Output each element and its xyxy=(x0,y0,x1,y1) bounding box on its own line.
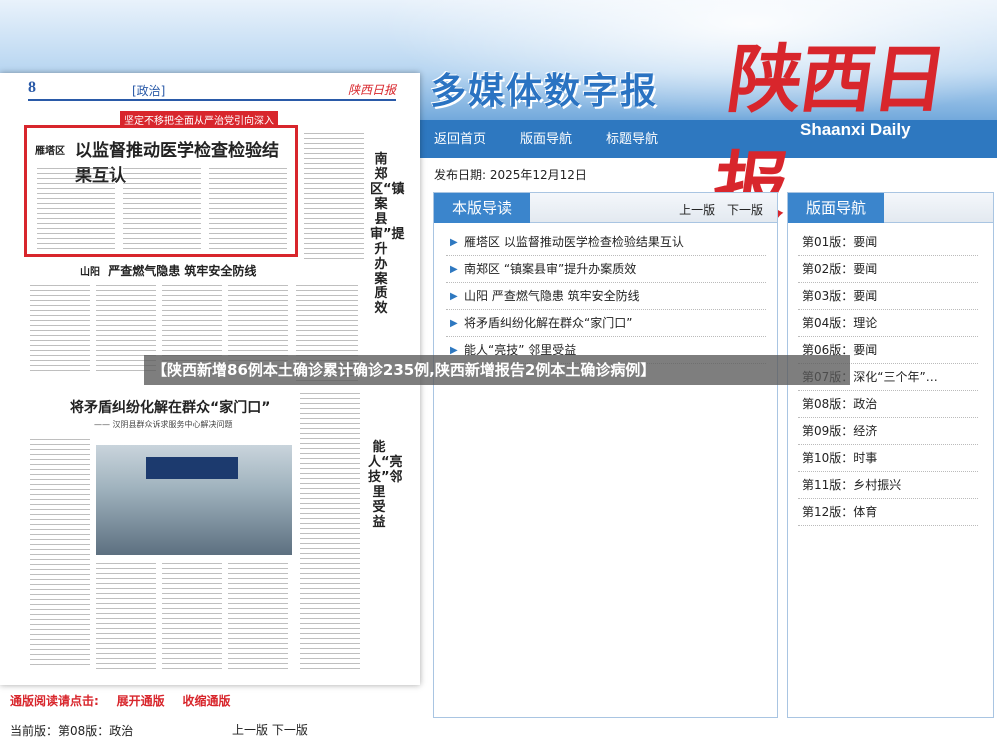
photo-sign xyxy=(146,457,238,479)
triangle-icon: ▶ xyxy=(450,291,458,302)
text-column xyxy=(96,563,156,669)
current-page-label: 当前版：第08版：政治 xyxy=(10,724,134,738)
sub-headline-location: 山阳 xyxy=(80,267,100,278)
article-item[interactable]: ▶ 雁塔区 以监督推动医学检查检验结果互认 xyxy=(446,229,766,256)
page-section: [政治] xyxy=(132,84,166,98)
article-item-text: 南郑区 “镇案县审”提升办案质效 xyxy=(464,262,637,276)
newspaper-logo-english: Shaanxi Daily xyxy=(800,120,911,139)
article-photo xyxy=(96,445,292,555)
text-column xyxy=(30,439,90,669)
article-item[interactable]: ▶ 山阳 严查燃气隐患 筑牢安全防线 xyxy=(446,283,766,310)
text-column xyxy=(162,563,222,669)
page-item[interactable]: 第08版：政治 xyxy=(798,391,978,418)
triangle-icon: ▶ xyxy=(450,264,458,275)
text-column xyxy=(304,133,364,261)
overlay-headline-banner: 【陕西新增86例本土确诊累计确诊235例,陕西新增报告2例本土确诊病例】 xyxy=(144,355,850,385)
triangle-icon: ▶ xyxy=(450,318,458,329)
page-masthead: 8 [政治] 陕西日报 xyxy=(28,79,396,101)
top-nav: 返回首页 版面导航 标题导航 xyxy=(434,128,658,147)
page-item[interactable]: 第03版：要闻 xyxy=(798,283,978,310)
nav-home-link[interactable]: 返回首页 xyxy=(434,128,486,147)
panel-header: 本版导读 上一版 下一版 xyxy=(434,193,777,223)
panel-title: 版面导航 xyxy=(788,193,885,223)
page-nav-panel: 版面导航 第01版：要闻 第02版：要闻 第03版：要闻 第04版：理论 第06… xyxy=(787,192,994,718)
page-number: 8 xyxy=(28,79,36,96)
article-headline-2-sub: —— 汉阴县群众诉求服务中心解决问题 xyxy=(94,420,233,429)
page-item[interactable]: 第10版：时事 xyxy=(798,445,978,472)
collapse-page-link[interactable]: 收缩通版 xyxy=(182,694,230,708)
left-pager: 上一版 下一版 xyxy=(232,721,308,738)
article-item[interactable]: ▶ 将矛盾纠纷化解在群众“家门口” xyxy=(446,310,766,337)
article-item-text: 山阳 严查燃气隐患 筑牢安全防线 xyxy=(464,289,640,303)
page-item[interactable]: 第02版：要闻 xyxy=(798,256,978,283)
page-item[interactable]: 第04版：理论 xyxy=(798,310,978,337)
triangle-icon: ▶ xyxy=(450,237,458,248)
panel-prev-link[interactable]: 上一版 xyxy=(679,203,715,217)
page-item[interactable]: 第12版：体育 xyxy=(798,499,978,526)
panel-header: 版面导航 xyxy=(788,193,993,223)
text-column xyxy=(300,393,360,669)
text-column xyxy=(30,285,90,375)
full-page-links: 通版阅读请点击: 展开通版 收缩通版 xyxy=(10,692,231,709)
expand-page-link[interactable]: 展开通版 xyxy=(117,694,165,708)
next-page-link[interactable]: 下一版 xyxy=(272,723,308,737)
prev-page-link[interactable]: 上一版 xyxy=(232,723,268,737)
article-item-text: 雁塔区 以监督推动医学检查检验结果互认 xyxy=(464,235,684,249)
page-item[interactable]: 第01版：要闻 xyxy=(798,229,978,256)
sub-headline-text: 严查燃气隐患 筑牢安全防线 xyxy=(108,264,257,278)
article-headline-2[interactable]: 将矛盾纠纷化解在群众“家门口” xyxy=(70,397,270,417)
vertical-headline[interactable]: 南郑区“镇案县审”提升办案质效 xyxy=(370,152,405,317)
text-column xyxy=(123,168,201,250)
page-item[interactable]: 第11版：乡村振兴 xyxy=(798,472,978,499)
sub-headline[interactable]: 山阳 严查燃气隐患 筑牢安全防线 xyxy=(80,262,256,279)
text-column xyxy=(37,168,115,250)
vertical-headline-2[interactable]: 能人“亮技”邻里受益 xyxy=(368,440,403,531)
page-item[interactable]: 第09版：经济 xyxy=(798,418,978,445)
site-title: 多媒体数字报 xyxy=(430,70,659,112)
nav-page-link[interactable]: 版面导航 xyxy=(520,128,572,147)
lead-district: 雁塔区 xyxy=(35,146,65,157)
panel-pager: 上一版 下一版 xyxy=(671,201,763,218)
article-item[interactable]: ▶ 南郑区 “镇案县审”提升办案质效 xyxy=(446,256,766,283)
lead-article-box[interactable]: 雁塔区 以监督推动医学检查检验结果互认 xyxy=(24,125,298,257)
article-item-text: 将矛盾纠纷化解在群众“家门口” xyxy=(464,316,633,330)
nav-title-link[interactable]: 标题导航 xyxy=(606,128,658,147)
page-logo: 陕西日报 xyxy=(347,83,396,97)
publish-date: 发布日期: 2025年12月12日 xyxy=(434,168,587,182)
panel-next-link[interactable]: 下一版 xyxy=(727,203,763,217)
text-column xyxy=(228,563,288,669)
full-page-label: 通版阅读请点击: xyxy=(10,694,99,708)
panel-title: 本版导读 xyxy=(434,193,531,223)
article-guide-panel: 本版导读 上一版 下一版 ▶ 雁塔区 以监督推动医学检查检验结果互认 ▶ 南郑区 “… xyxy=(433,192,778,718)
article-list: ▶ 雁塔区 以监督推动医学检查检验结果互认 ▶ 南郑区 “镇案县审”提升办案质效 ▶… xyxy=(446,229,766,364)
text-column xyxy=(209,168,287,250)
